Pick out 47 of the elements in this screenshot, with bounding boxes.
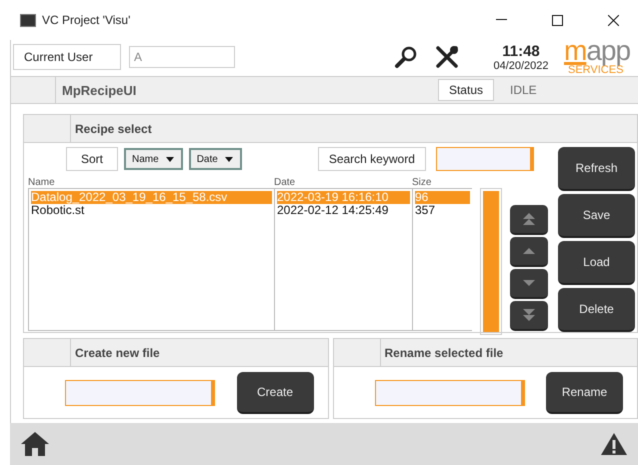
scrollbar[interactable] [480,188,502,335]
status-label: Status [438,79,494,101]
up-arrow-button[interactable] [510,237,548,267]
down-arrow-icon [523,280,535,286]
tools-icon[interactable] [434,44,460,70]
up-arrow-icon [523,248,535,254]
clock-time: 11:48 [502,42,540,60]
page-title: MpRecipeUI [61,82,138,98]
column-header: Size [412,177,432,188]
double-down-arrow-icon [523,309,535,321]
down-arrow-button[interactable] [510,269,548,299]
warning-icon[interactable] [600,432,628,456]
double-down-arrow-button[interactable] [510,301,548,331]
double-up-arrow-icon [523,213,535,225]
action-button[interactable]: Refresh [558,147,635,191]
sort-label: Sort [66,147,118,171]
action-button[interactable]: Rename [546,372,623,414]
search-label: Search keyword [318,147,426,171]
action-button[interactable]: Delete [558,288,635,332]
sort-dropdown[interactable]: Name [124,148,183,170]
clock-date: 04/20/2022 [493,60,549,72]
home-icon[interactable] [20,431,50,457]
caret-icon [164,156,175,162]
caret-icon [224,156,234,162]
list-item[interactable]: Robotic.st [31,204,272,217]
filename-field[interactable] [374,380,524,406]
sort-dropdown[interactable]: Date [188,148,242,170]
user-label: Current User [13,44,121,70]
app-icon [20,14,36,26]
user-field[interactable]: A [129,46,235,68]
column-header: Date [274,177,296,188]
filename-field[interactable] [65,380,215,406]
list-item[interactable]: 357 [415,204,470,217]
search-field[interactable] [436,147,534,171]
column-header: Name [28,177,56,188]
list-item[interactable]: 2022-02-12 14:25:49 [277,204,410,217]
window-title: VC Project 'Visu' [42,13,130,27]
panel-title: Recipe select [74,122,152,136]
action-button[interactable]: Create [236,372,314,414]
panel-title: Create new file [74,346,160,360]
action-button[interactable]: Save [558,194,635,238]
action-button[interactable]: Load [558,241,635,285]
panel-title: Rename selected file [384,346,504,360]
logo: mapp SERVICES [564,38,632,76]
search-icon[interactable] [394,45,418,69]
status-value: IDLE [510,83,538,97]
double-up-arrow-button[interactable] [510,205,548,235]
